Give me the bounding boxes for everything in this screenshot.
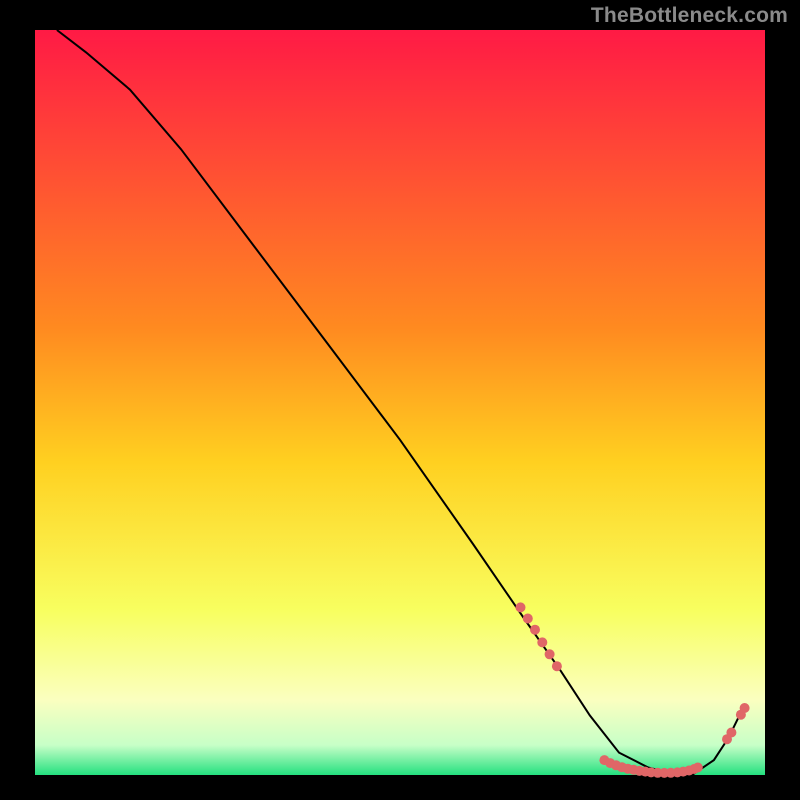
data-marker	[740, 703, 750, 713]
data-marker	[537, 637, 547, 647]
watermark-label: TheBottleneck.com	[591, 4, 788, 28]
chart-svg	[0, 0, 800, 800]
plot-background	[35, 30, 765, 775]
data-marker	[552, 661, 562, 671]
data-marker	[523, 614, 533, 624]
data-marker	[516, 602, 526, 612]
data-marker	[726, 728, 736, 738]
data-marker	[693, 763, 703, 773]
chart-stage: TheBottleneck.com	[0, 0, 800, 800]
data-marker	[545, 649, 555, 659]
data-marker	[530, 625, 540, 635]
